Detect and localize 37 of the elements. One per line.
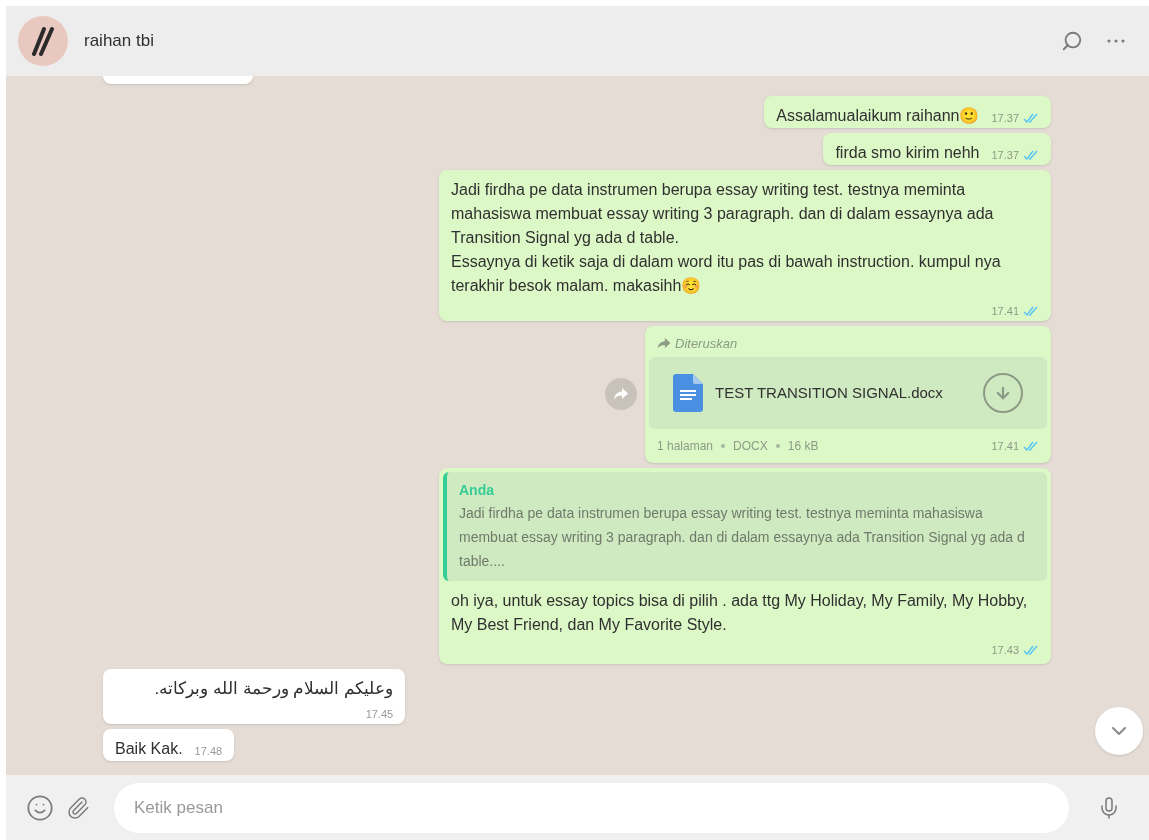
message-text: oh iya, untuk essay topics bisa di pilih . ada ttg My Holiday, My Family, My Hobby, My Best Friend, dan My Favorite Style.: [451, 591, 1029, 635]
search-icon: [1061, 30, 1083, 52]
quoted-message[interactable]: Anda Jadi firdha pe data instrumen berupa essay writing test. testnya meminta mahasiswa membuat essay writing 3 paragraph. dan di dalam essaynya ada Transition Signal yg ada d table....: [443, 472, 1047, 581]
download-button[interactable]: [983, 373, 1023, 413]
message-time: 17.41: [991, 440, 1019, 452]
message-text: وعليكم السلام ورحمة الله وبركاته.: [153, 678, 394, 701]
quote-author: Anda: [459, 481, 495, 500]
brush-stroke-icon: [30, 26, 56, 56]
forward-arrow-icon: [614, 388, 628, 401]
message-text: firda smo kirim nehh: [835, 142, 980, 163]
message-text: Assalamualaikum raihann🙂: [776, 105, 980, 126]
message-input[interactable]: Ketik pesan: [114, 782, 1069, 833]
document-attachment[interactable]: TEST TRANSITION SIGNAL.docx: [649, 357, 1047, 429]
smiley-icon: [26, 793, 54, 822]
file-meta: 16 kB: [787, 438, 819, 455]
file-name: TEST TRANSITION SIGNAL.docx: [715, 382, 944, 403]
message-time: 17.37: [991, 112, 1019, 124]
message-time: 17.41: [991, 305, 1019, 317]
file-meta: DOCX: [733, 438, 768, 455]
emoji-button[interactable]: [26, 793, 54, 822]
message-time: 17.48: [194, 746, 223, 757]
message-text: Baik Kak.: [115, 739, 183, 759]
message-time: 17.37: [991, 149, 1019, 161]
document-icon: [673, 374, 703, 412]
paperclip-icon: [66, 795, 90, 820]
message-time: 17.43: [991, 645, 1019, 656]
avatar[interactable]: [18, 16, 68, 66]
contact-name: raihan tbi: [84, 30, 155, 53]
message-text: Jadi firdha pe data instrumen berupa essay writing test. testnya meminta mahasiswa membuat essay writing 3 paragraph. dan di dalam essaynya ada Transition Signal yg ada d table. Essaynya di ketik saja di dalam word itu pas di bawah instruction. kumpul nya terakhir besok malam. makasihh☺: [451, 179, 1002, 296]
file-meta: 1 halaman: [657, 438, 714, 455]
down-arrow-icon: [994, 384, 1012, 402]
quote-text: Jadi firdha pe data instrumen berupa essay writing test. testnya meminta mahasiswa membuat essay writing 3 paragraph. dan di dalam essaynya ada Transition Signal yg ada d table....: [459, 504, 1026, 571]
forward-arrow-icon: [657, 337, 671, 349]
forwarded-label: Diteruskan: [675, 334, 738, 353]
message-time: 17.45: [365, 709, 394, 720]
attach-button[interactable]: [66, 795, 90, 820]
menu-icon: [1107, 39, 1125, 43]
